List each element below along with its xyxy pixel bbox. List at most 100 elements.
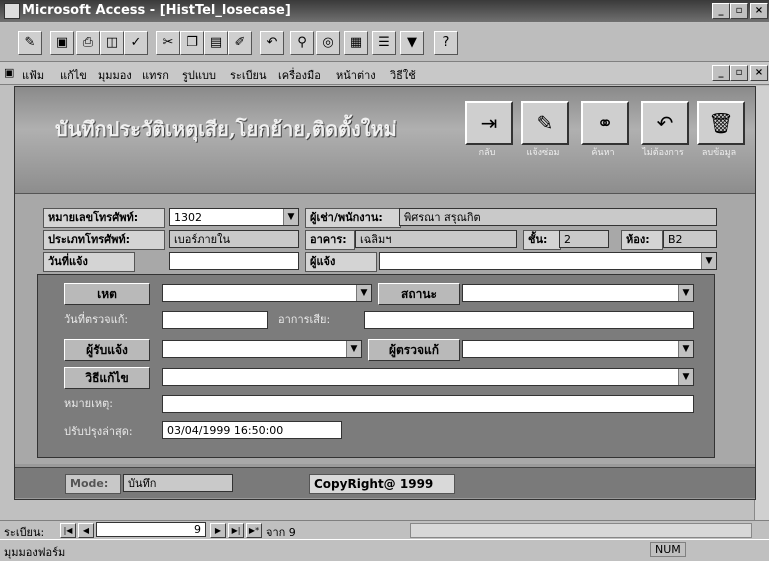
inspector-combo[interactable]: ▼ — [462, 340, 694, 358]
menu-edit[interactable]: แก้ไข — [60, 66, 87, 84]
repair-button[interactable]: ✎ — [521, 101, 569, 145]
trash-icon: 🗑 — [708, 111, 734, 135]
database-window-icon[interactable]: ▦ — [344, 31, 368, 55]
user-label: ผู้เช่า/พนักงาน: — [305, 208, 401, 228]
status-button[interactable]: สถานะ — [378, 283, 460, 305]
paste-icon[interactable]: ▤ — [204, 31, 228, 55]
access-app-icon[interactable] — [4, 3, 20, 19]
updated-field[interactable]: 03/04/1999 16:50:00 — [162, 421, 342, 439]
web-toolbar-icon[interactable]: ◎ — [316, 31, 340, 55]
new-object-icon[interactable]: ▼ — [400, 31, 424, 55]
check-date-field[interactable] — [162, 311, 268, 329]
date-reported-field[interactable] — [169, 252, 299, 270]
undo-caption: ไม่ต้องการ — [642, 148, 684, 158]
hyperlink-icon[interactable]: ⚲ — [290, 31, 314, 55]
user-field[interactable]: พิศรณา สรุณกิต — [399, 208, 717, 226]
date-reported-label: วันที่แจ้ง — [43, 252, 135, 272]
menu-file[interactable]: แฟ้ม — [22, 66, 44, 84]
method-button[interactable]: วิธีแก้ไข — [64, 367, 150, 389]
repair-caption: แจ้งซ่อม — [526, 148, 560, 158]
doc-close-button[interactable]: × — [750, 65, 768, 81]
cause-combo[interactable]: ▼ — [162, 284, 372, 302]
chevron-down-icon[interactable]: ▼ — [701, 253, 716, 269]
menu-window[interactable]: หน้าต่าง — [336, 66, 376, 84]
record-number-field[interactable]: 9 — [96, 522, 206, 537]
mode-field: บันทึก — [123, 474, 233, 492]
room-label: ห้อง: — [621, 230, 663, 250]
binoculars-icon: ⚭ — [596, 111, 614, 135]
menu-help[interactable]: วิธีใช้ — [390, 66, 416, 84]
symptom-field[interactable] — [364, 311, 694, 329]
help-icon[interactable]: ? — [434, 31, 458, 55]
first-record-button[interactable]: |◀ — [60, 523, 76, 538]
chevron-down-icon[interactable]: ▼ — [346, 341, 361, 357]
chevron-down-icon[interactable]: ▼ — [283, 209, 298, 225]
exit-button[interactable]: ⇥ — [465, 101, 513, 145]
floor-label: ชั้น: — [523, 230, 561, 250]
reporter-combo[interactable]: ▼ — [379, 252, 717, 270]
menu-records[interactable]: ระเบียน — [230, 66, 267, 84]
delete-caption: ลบข้อมูล — [701, 148, 737, 158]
chevron-down-icon[interactable]: ▼ — [356, 285, 371, 301]
undo-button[interactable]: ↶ — [641, 101, 689, 145]
previous-record-button[interactable]: ◀ — [78, 523, 94, 538]
receiver-button[interactable]: ผู้รับแจ้ง — [64, 339, 150, 361]
phone-number-combo[interactable]: 1302 ▼ — [169, 208, 299, 226]
floor-field[interactable]: 2 — [559, 230, 609, 248]
minimize-button[interactable]: _ — [712, 3, 730, 19]
undo-toolbar-icon[interactable]: ↶ — [260, 31, 284, 55]
cut-icon[interactable]: ✂ — [156, 31, 180, 55]
phone-type-field[interactable]: เบอร์ภายใน — [169, 230, 299, 248]
next-record-button[interactable]: ▶ — [210, 523, 226, 538]
copy-icon[interactable]: ❐ — [180, 31, 204, 55]
properties-icon[interactable]: ☰ — [372, 31, 396, 55]
chevron-down-icon[interactable]: ▼ — [678, 341, 693, 357]
phone-type-value: เบอร์ภายใน — [174, 233, 231, 246]
restore-button[interactable]: ▫ — [730, 3, 748, 19]
exit-caption: กลับ — [478, 148, 496, 158]
record-navigator: ระเบียน: |◀ ◀ 9 ▶ ▶| ▶* จาก 9 — [0, 520, 769, 539]
updated-label: ปรับปรุงล่าสุด: — [64, 425, 133, 438]
doc-minimize-button[interactable]: _ — [712, 65, 730, 81]
title-bar[interactable]: Microsoft Access - [HistTel_losecase] _ … — [0, 0, 769, 22]
close-button[interactable]: × — [750, 3, 768, 19]
horizontal-scrollbar[interactable] — [410, 523, 752, 538]
new-record-button[interactable]: ▶* — [246, 523, 262, 538]
vertical-scrollbar[interactable] — [754, 86, 769, 520]
chevron-down-icon[interactable]: ▼ — [678, 285, 693, 301]
design-view-icon[interactable]: ✎ — [18, 31, 42, 55]
print-icon[interactable]: ⎙ — [76, 31, 100, 55]
inspector-button[interactable]: ผู้ตรวจแก้ — [368, 339, 460, 361]
menu-insert[interactable]: แทรก — [142, 66, 169, 84]
check-date-label: วันที่ตรวจแก้: — [64, 313, 129, 326]
phone-type-label: ประเภทโทรศัพท์: — [43, 230, 165, 250]
building-field[interactable]: เฉลิมฯ — [355, 230, 517, 248]
method-combo[interactable]: ▼ — [162, 368, 694, 386]
reporter-label: ผู้แจ้ง — [305, 252, 377, 272]
menu-format[interactable]: รูปแบบ — [182, 66, 216, 84]
repair-detail-panel: เหต ▼ สถานะ ▼ วันที่ตรวจแก้: อาการเสีย: … — [37, 274, 715, 458]
toolbar: ✎ ▣ ⎙ ◫ ✓ ✂ ❐ ▤ ✐ ↶ ⚲ ◎ ▦ ☰ ▼ ? — [0, 23, 769, 62]
floor-value: 2 — [564, 233, 571, 246]
delete-button[interactable]: 🗑 — [697, 101, 745, 145]
save-icon[interactable]: ▣ — [50, 31, 74, 55]
record-number-value: 9 — [194, 523, 201, 536]
print-preview-icon[interactable]: ◫ — [100, 31, 124, 55]
form-menu-icon[interactable]: ▣ — [4, 66, 14, 79]
search-button[interactable]: ⚭ — [581, 101, 629, 145]
menu-tools[interactable]: เครื่องมือ — [278, 66, 321, 84]
status-combo[interactable]: ▼ — [462, 284, 694, 302]
spelling-icon[interactable]: ✓ — [124, 31, 148, 55]
note-field[interactable] — [162, 395, 694, 413]
room-field[interactable]: B2 — [663, 230, 717, 248]
doc-restore-button[interactable]: ▫ — [730, 65, 748, 81]
menu-view[interactable]: มุมมอง — [98, 66, 132, 84]
format-painter-icon[interactable]: ✐ — [228, 31, 252, 55]
last-record-button[interactable]: ▶| — [228, 523, 244, 538]
receiver-combo[interactable]: ▼ — [162, 340, 362, 358]
copyright-label: CopyRight@ 1999 — [309, 474, 455, 494]
symptom-label: อาการเสีย: — [278, 313, 331, 326]
chevron-down-icon[interactable]: ▼ — [678, 369, 693, 385]
updated-value: 03/04/1999 16:50:00 — [167, 424, 284, 437]
cause-button[interactable]: เหต — [64, 283, 150, 305]
